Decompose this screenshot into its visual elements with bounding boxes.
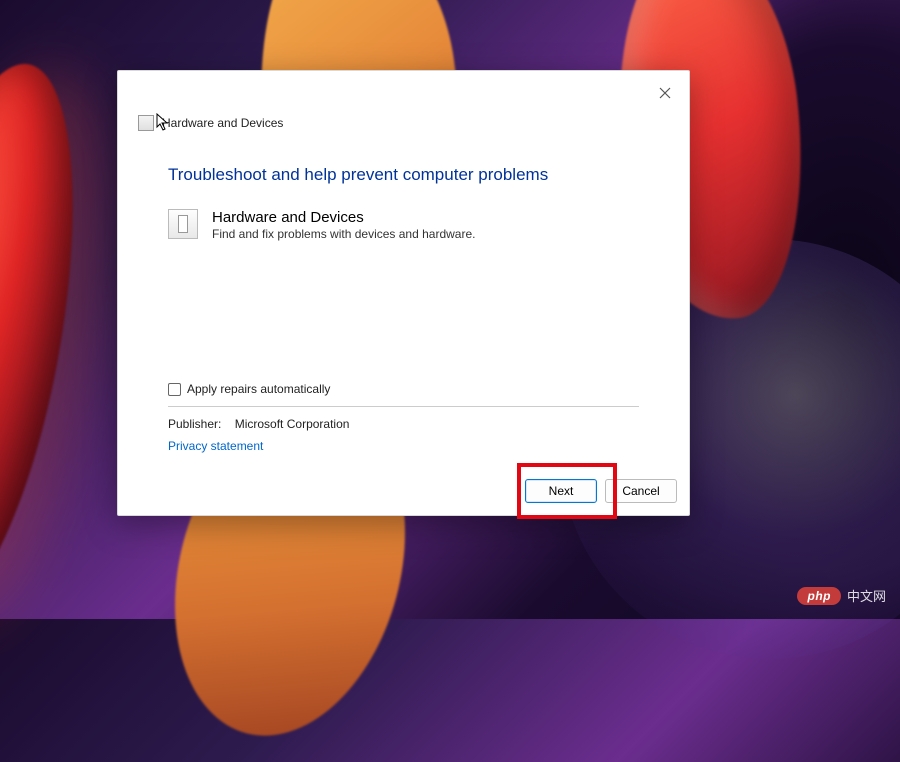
troubleshooter-item: Hardware and Devices Find and fix proble…	[168, 209, 639, 241]
watermark: php 中文网	[797, 586, 886, 605]
publisher-value: Microsoft Corporation	[235, 417, 350, 431]
dialog-footer: Next Cancel	[118, 467, 689, 515]
next-button[interactable]: Next	[525, 479, 597, 503]
troubleshooter-dialog: Hardware and Devices Troubleshoot and he…	[117, 70, 690, 516]
apply-repairs-checkbox[interactable]	[168, 383, 181, 396]
dialog-heading: Troubleshoot and help prevent computer p…	[168, 165, 639, 185]
item-title: Hardware and Devices	[212, 209, 475, 226]
close-button[interactable]	[655, 83, 675, 103]
close-icon	[659, 87, 671, 99]
apply-repairs-label: Apply repairs automatically	[187, 382, 330, 396]
dialog-titlebar: Hardware and Devices	[118, 71, 689, 135]
dialog-title: Hardware and Devices	[162, 116, 283, 130]
apply-repairs-row: Apply repairs automatically	[168, 382, 639, 406]
dialog-lower: Apply repairs automatically Publisher: M…	[118, 382, 689, 467]
privacy-statement-link[interactable]: Privacy statement	[168, 439, 263, 453]
watermark-badge: php	[797, 587, 841, 605]
troubleshooter-icon	[138, 115, 154, 131]
background-shape	[0, 50, 107, 629]
publisher-label: Publisher:	[168, 417, 221, 431]
item-description: Find and fix problems with devices and h…	[212, 227, 475, 241]
publisher-row: Publisher: Microsoft Corporation	[168, 417, 639, 431]
watermark-text: 中文网	[847, 586, 886, 605]
hardware-devices-icon	[168, 209, 198, 239]
divider	[168, 406, 639, 407]
dialog-content: Troubleshoot and help prevent computer p…	[118, 135, 689, 382]
cancel-button[interactable]: Cancel	[605, 479, 677, 503]
